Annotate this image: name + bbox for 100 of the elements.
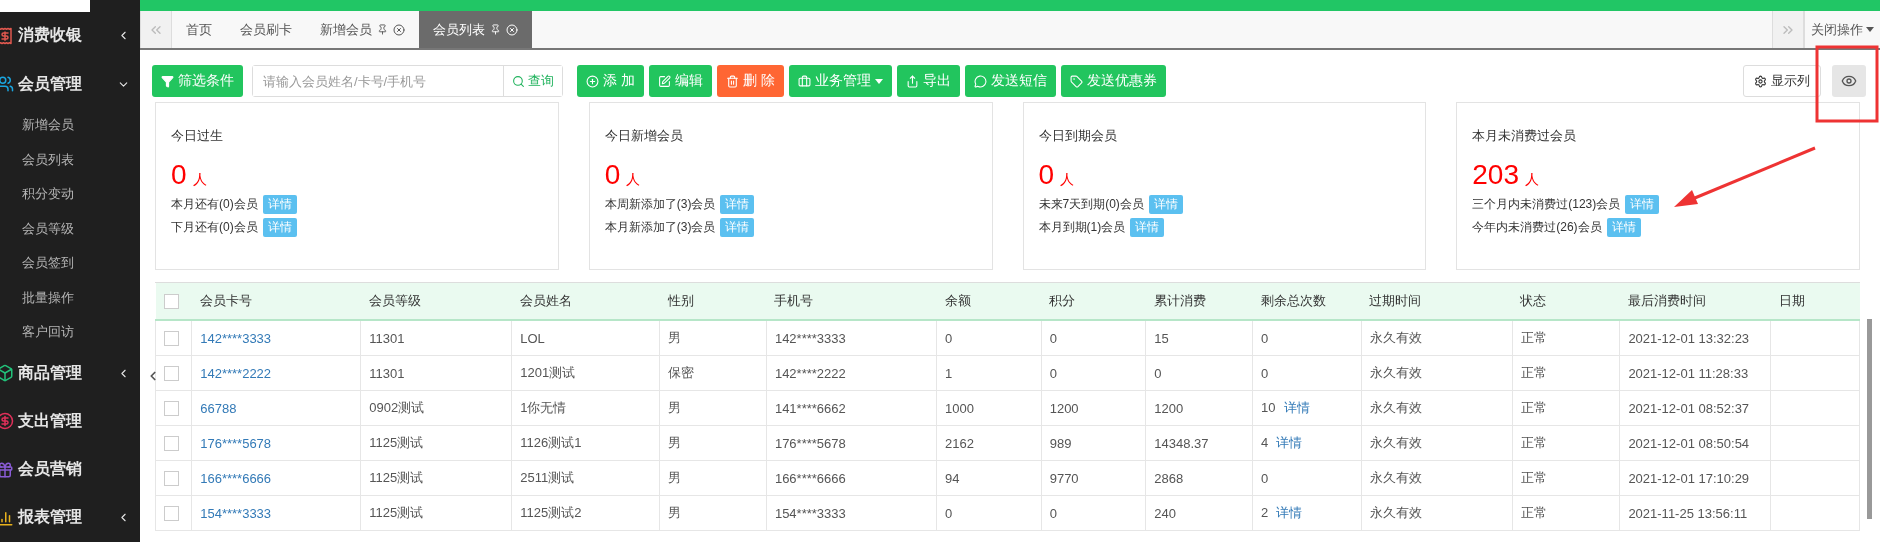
column-header[interactable]: 性别 <box>659 283 767 320</box>
stat-count: 0 <box>171 159 187 191</box>
column-header[interactable]: 累计消费 <box>1145 283 1253 320</box>
column-header[interactable]: 余额 <box>936 283 1042 320</box>
sidebar-group[interactable]: 会员营销 <box>0 445 140 494</box>
table-cell: 男 <box>659 425 767 461</box>
stat-line: 未来7天到期(0)会员 <box>1038 196 1144 213</box>
sidebar-item[interactable]: 会员等级 <box>0 211 140 246</box>
table-cell: 989 <box>1041 425 1146 461</box>
stat-count: 0 <box>604 159 621 191</box>
tab[interactable]: 会员列表 <box>419 11 532 48</box>
table-cell: 男 <box>659 460 767 496</box>
message-icon <box>973 74 987 88</box>
columns-button[interactable]: 显示列 <box>1743 65 1821 97</box>
stat-unit: 人 <box>1524 171 1539 189</box>
table-cell: 142****3333 <box>766 320 937 356</box>
export-icon <box>905 74 919 88</box>
column-header[interactable]: 最后消费时间 <box>1619 283 1771 320</box>
checkbox[interactable] <box>163 294 179 310</box>
card-number-link[interactable]: 142****2222 <box>191 355 361 391</box>
table-cell: 154****3333 <box>766 495 937 531</box>
table-cell: 176****5678 <box>766 425 937 461</box>
card-number-link[interactable]: 154****3333 <box>191 495 361 531</box>
sidebar-item[interactable]: 会员签到 <box>0 245 140 281</box>
table-cell: 4 详情 <box>1252 425 1362 461</box>
scroll-left-button[interactable] <box>140 11 172 48</box>
table-cell: 15 <box>1145 320 1253 356</box>
card-title: 本月未消费过会员 <box>1472 127 1578 145</box>
stat-line: 本月还有(0)会员 <box>171 196 258 213</box>
table-cell: 2868 <box>1145 460 1253 496</box>
table-cell: 1125测试 <box>360 495 512 531</box>
card-title: 今日到期会员 <box>1038 127 1118 145</box>
sidebar-item[interactable]: 客户回访 <box>0 314 140 350</box>
card-number-link[interactable]: 166****6666 <box>191 460 361 496</box>
filter-icon <box>161 74 174 88</box>
table-cell: 1201测试 <box>511 355 660 391</box>
checkbox[interactable] <box>164 471 179 487</box>
detail-link[interactable]: 详情 <box>1276 435 1303 450</box>
table-cell: 1125测试 <box>360 460 512 496</box>
column-header[interactable]: 积分 <box>1041 283 1146 320</box>
checkbox[interactable] <box>164 331 179 347</box>
sidebar-group[interactable]: 商品管理 <box>0 349 140 398</box>
eye-button[interactable] <box>1832 65 1866 97</box>
table-cell: 142****2222 <box>766 355 937 391</box>
table-cell: 永久有效 <box>1361 460 1513 496</box>
sidebar-item[interactable]: 新增会员 <box>0 108 140 143</box>
table-cell: 正常 <box>1512 495 1620 531</box>
table-cell: 2021-12-01 08:50:54 <box>1619 425 1771 461</box>
tag-icon <box>1069 74 1083 88</box>
checkbox[interactable] <box>164 401 179 417</box>
card-number-link[interactable]: 66788 <box>191 390 361 426</box>
sidebar-item[interactable]: 积分变动 <box>0 177 140 212</box>
table-cell: 2021-11-25 13:56:11 <box>1619 495 1771 531</box>
sidebar-group[interactable]: 消费收银 <box>0 11 140 60</box>
sidebar-group[interactable]: 支出管理 <box>0 397 140 446</box>
table-cell: 正常 <box>1512 390 1620 426</box>
detail-link[interactable]: 详情 <box>1283 400 1310 415</box>
stat-line: 本周新添加了(3)会员 <box>604 196 716 213</box>
table-cell: 正常 <box>1512 355 1620 391</box>
edit-icon <box>657 74 671 88</box>
column-header[interactable]: 日期 <box>1770 283 1860 320</box>
table-cell: 2511测试 <box>511 460 660 496</box>
column-header[interactable]: 剩余总次数 <box>1252 283 1362 320</box>
table-cell: 男 <box>659 320 767 356</box>
search-icon <box>512 74 525 88</box>
table-cell: 1你无情 <box>511 390 660 426</box>
table-cell: 0 <box>936 495 1042 531</box>
tab[interactable]: 首页 <box>172 11 226 48</box>
column-header[interactable]: 手机号 <box>766 283 937 320</box>
table-cell: 2162 <box>936 425 1042 461</box>
table-cell: 1200 <box>1041 390 1146 426</box>
tab-pin-and-close-icon[interactable] <box>490 23 518 36</box>
stat-unit: 人 <box>1060 171 1075 189</box>
column-header[interactable]: 状态 <box>1512 283 1620 320</box>
tab[interactable]: 会员刷卡 <box>226 11 306 48</box>
table-cell: 9770 <box>1041 460 1146 496</box>
card-number-link[interactable]: 176****5678 <box>191 425 361 461</box>
tab-pin-and-close-icon[interactable] <box>377 23 405 36</box>
column-header[interactable]: 会员卡号 <box>191 283 361 320</box>
scroll-right-button[interactable] <box>1772 11 1804 48</box>
tab[interactable]: 新增会员 <box>306 11 419 48</box>
column-header[interactable]: 过期时间 <box>1361 283 1513 320</box>
eye-icon <box>1841 73 1857 89</box>
table-cell: 正常 <box>1512 425 1620 461</box>
sidebar-item[interactable]: 会员列表 <box>0 142 140 178</box>
card-number-link[interactable]: 142****3333 <box>191 320 361 356</box>
table-cell: 0 <box>1041 495 1146 531</box>
checkbox[interactable] <box>164 506 179 522</box>
table-cell: 0 <box>936 320 1042 356</box>
column-header[interactable]: 会员姓名 <box>511 283 660 320</box>
table-cell: 0 <box>1252 355 1362 391</box>
checkbox[interactable] <box>164 436 179 452</box>
close-menu-button[interactable]: 关闭操作 <box>1804 11 1880 48</box>
stat-line: 本月到期(1)会员 <box>1038 219 1126 236</box>
sidebar-group[interactable]: 报表管理 <box>0 493 140 542</box>
sidebar-item[interactable]: 批量操作 <box>0 280 140 315</box>
detail-link[interactable]: 详情 <box>1276 505 1303 520</box>
checkbox[interactable] <box>164 366 179 382</box>
sidebar-group[interactable]: 会员管理 <box>0 60 140 109</box>
column-header[interactable]: 会员等级 <box>360 283 512 320</box>
